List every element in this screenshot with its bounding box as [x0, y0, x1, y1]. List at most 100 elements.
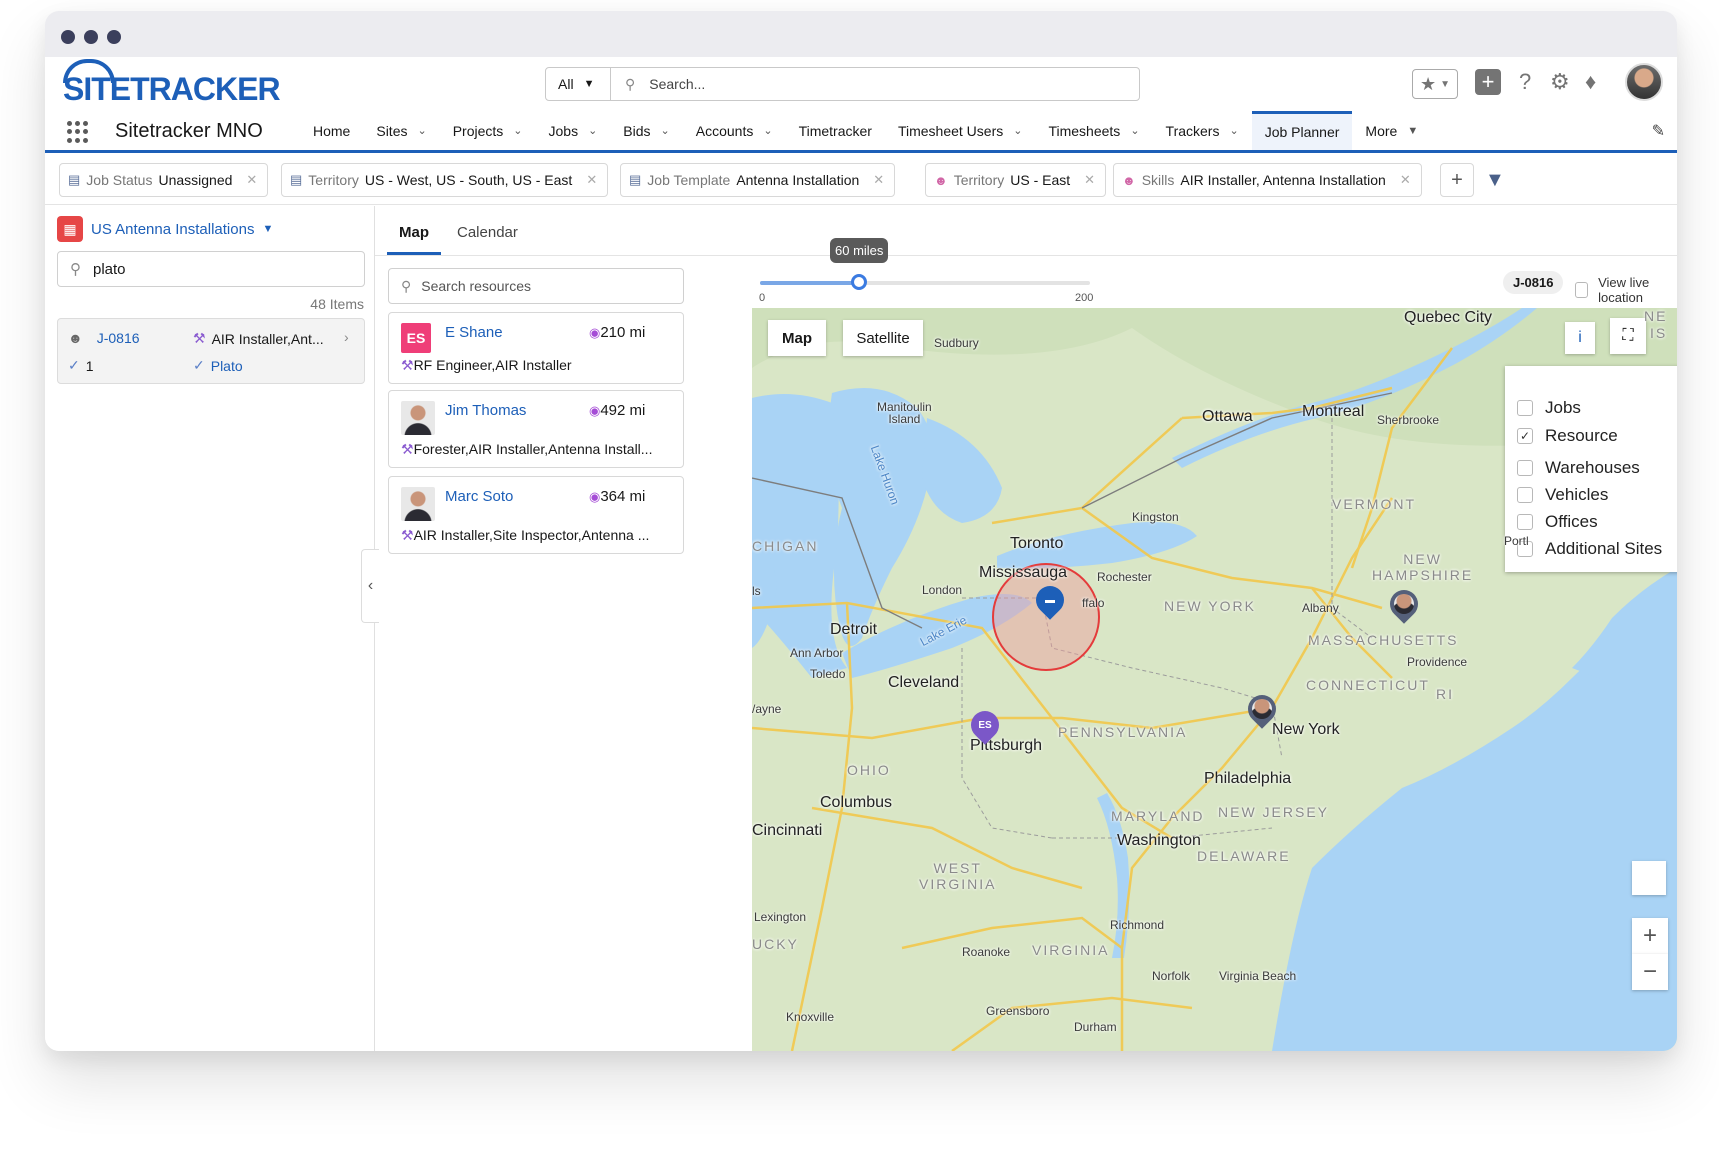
window-close-dot[interactable] [61, 30, 75, 44]
calendar-icon: ▦ [57, 216, 83, 242]
filter-pill-job-template[interactable]: ▤ Job Template Antenna Installation ✕ [620, 163, 896, 197]
add-filter-button[interactable]: + [1440, 163, 1474, 197]
legend-checkbox[interactable] [1517, 514, 1533, 530]
favorites-icon[interactable]: ★ ▼ [1412, 69, 1458, 99]
nav-item-trackers[interactable]: Trackers ⌄ [1153, 111, 1252, 150]
collapse-panel-button[interactable]: ‹ [361, 549, 379, 623]
nav-item-jobs[interactable]: Jobs ⌄ [536, 111, 611, 150]
job-id-link[interactable]: J-0816 [97, 330, 140, 346]
chevron-down-icon[interactable]: ⌄ [513, 124, 522, 137]
close-icon[interactable]: ✕ [873, 172, 884, 188]
nav-item-accounts[interactable]: Accounts ⌄ [683, 111, 786, 150]
map-canvas[interactable]: Map Satellite i ⛶ ✕ Jobs ✓Resource Wareh… [752, 308, 1677, 1051]
resource-name-link[interactable]: Marc Soto [445, 488, 513, 505]
legend-additional-sites[interactable]: Additional Sites [1517, 539, 1662, 559]
gear-icon[interactable]: ⚙ [1550, 69, 1570, 95]
radius-slider-fill [760, 281, 859, 285]
legend-warehouses[interactable]: Warehouses [1517, 458, 1640, 478]
tab-map[interactable]: Map [387, 224, 441, 255]
sitetracker-logo[interactable]: SITETRACKER [63, 71, 281, 108]
nav-item-sites[interactable]: Sites ⌄ [363, 111, 439, 150]
radius-slider[interactable] [760, 274, 1090, 290]
legend-jobs[interactable]: Jobs [1517, 398, 1581, 418]
add-icon[interactable]: + [1475, 69, 1501, 95]
zoom-out-button[interactable]: − [1632, 954, 1668, 990]
chevron-right-icon[interactable]: › [344, 329, 349, 345]
map-label: RI [1436, 686, 1454, 702]
nav-item-timesheets[interactable]: Timesheets ⌄ [1035, 111, 1152, 150]
chevron-down-icon[interactable]: ⌄ [588, 124, 597, 137]
resource-card[interactable]: Jim Thomas ◉492 mi ⚒Forester,AIR Install… [388, 390, 684, 468]
map-type-satellite-button[interactable]: Satellite [843, 320, 923, 356]
map-label: New York [1272, 721, 1340, 738]
chevron-down-icon[interactable]: ⌄ [661, 124, 670, 137]
live-location-checkbox[interactable] [1575, 282, 1589, 298]
street-view-button[interactable] [1632, 861, 1666, 895]
legend-resource[interactable]: ✓ Resource [1517, 426, 1618, 446]
check-circle-icon: ✓ [193, 357, 205, 373]
legend-checkbox[interactable] [1517, 487, 1533, 503]
fullscreen-icon[interactable]: ⛶ [1610, 318, 1646, 354]
search-scope-select[interactable]: All ▼ [545, 67, 611, 101]
filter-pill-resource-territory[interactable]: ☻ Territory US - East ✕ [925, 163, 1107, 197]
resource-name-link[interactable]: Jim Thomas [445, 402, 526, 419]
close-icon[interactable]: ✕ [1084, 172, 1095, 188]
nav-item-more[interactable]: More ▼ [1352, 111, 1431, 150]
window-zoom-dot[interactable] [107, 30, 121, 44]
nav-item-home[interactable]: Home [300, 111, 363, 150]
close-icon[interactable]: ✕ [1400, 172, 1411, 188]
filter-settings-icon[interactable]: ▼ [1485, 169, 1505, 192]
legend-offices[interactable]: Offices [1517, 512, 1598, 532]
filter-value: AIR Installer, Antenna Installation [1180, 172, 1386, 188]
filter-pill-skills[interactable]: ☻ Skills AIR Installer, Antenna Installa… [1113, 163, 1422, 197]
legend-vehicles[interactable]: Vehicles [1517, 485, 1608, 505]
marker-initials: ES [978, 719, 992, 731]
person-icon: ☻ [1122, 172, 1136, 188]
nav-item-projects[interactable]: Projects ⌄ [440, 111, 536, 150]
bell-icon[interactable]: ♦ [1585, 69, 1596, 95]
jobs-search-input[interactable]: ⚲ plato [57, 251, 365, 287]
radius-slider-handle[interactable] [851, 274, 867, 290]
close-icon[interactable]: ✕ [246, 172, 257, 188]
filter-pill-job-status[interactable]: ▤ Job Status Unassigned ✕ [59, 163, 269, 197]
tab-calendar[interactable]: Calendar [445, 224, 530, 255]
live-location-toggle[interactable]: View live location [1575, 275, 1677, 305]
legend-label: Offices [1545, 512, 1598, 531]
global-search-input[interactable]: ⚲ Search... [610, 67, 1140, 101]
filter-pill-territory[interactable]: ▤ Territory US - West, US - South, US - … [281, 163, 609, 197]
nav-item-timesheet-users[interactable]: Timesheet Users ⌄ [885, 111, 1036, 150]
job-card[interactable]: ☻ J-0816 ⚒ AIR Installer,Ant... › ✓ 1 ✓ … [57, 318, 365, 384]
info-icon[interactable]: i [1565, 322, 1595, 354]
briefcase-icon: ▤ [68, 172, 81, 187]
chevron-down-icon[interactable]: ⌄ [417, 124, 426, 137]
zoom-in-button[interactable]: + [1632, 918, 1668, 954]
job-site-link[interactable]: Plato [211, 358, 243, 374]
resource-card[interactable]: Marc Soto ◉364 mi ⚒AIR Installer,Site In… [388, 476, 684, 554]
map-type-map-button[interactable]: Map [768, 320, 826, 356]
app-launcher-icon[interactable] [67, 121, 89, 143]
caret-down-icon[interactable]: ▼ [1407, 125, 1418, 137]
chevron-down-icon[interactable]: ⌄ [763, 124, 772, 137]
chevron-down-icon[interactable]: ⌄ [1229, 124, 1238, 137]
legend-checkbox[interactable] [1517, 460, 1533, 476]
pencil-icon[interactable]: ✎ [1652, 121, 1665, 141]
skills-value: AIR Installer,Site Inspector,Antenna ... [413, 527, 650, 543]
user-avatar[interactable] [1625, 63, 1663, 101]
chevron-down-icon[interactable]: ⌄ [1130, 124, 1139, 137]
chevron-down-icon[interactable]: ⌄ [1013, 124, 1022, 137]
resource-card[interactable]: ES E Shane ◉210 mi ⚒RF Engineer,AIR Inst… [388, 312, 684, 384]
filter-key: Skills [1141, 172, 1175, 188]
legend-checkbox[interactable] [1517, 400, 1533, 416]
legend-checkbox[interactable]: ✓ [1517, 428, 1533, 444]
list-view-selector[interactable]: ▦ US Antenna Installations ▼ [57, 216, 273, 242]
resource-name-link[interactable]: E Shane [445, 324, 503, 341]
close-icon[interactable]: ✕ [586, 172, 597, 188]
nav-item-timetracker[interactable]: Timetracker [786, 111, 885, 150]
caret-down-icon: ▼ [583, 78, 595, 90]
nav-item-bids[interactable]: Bids ⌄ [610, 111, 682, 150]
resource-search-input[interactable]: ⚲ Search resources [388, 268, 684, 304]
help-icon[interactable]: ? [1519, 69, 1531, 95]
search-icon: ⚲ [625, 75, 636, 92]
window-minimize-dot[interactable] [84, 30, 98, 44]
nav-item-job-planner[interactable]: Job Planner [1251, 111, 1353, 150]
